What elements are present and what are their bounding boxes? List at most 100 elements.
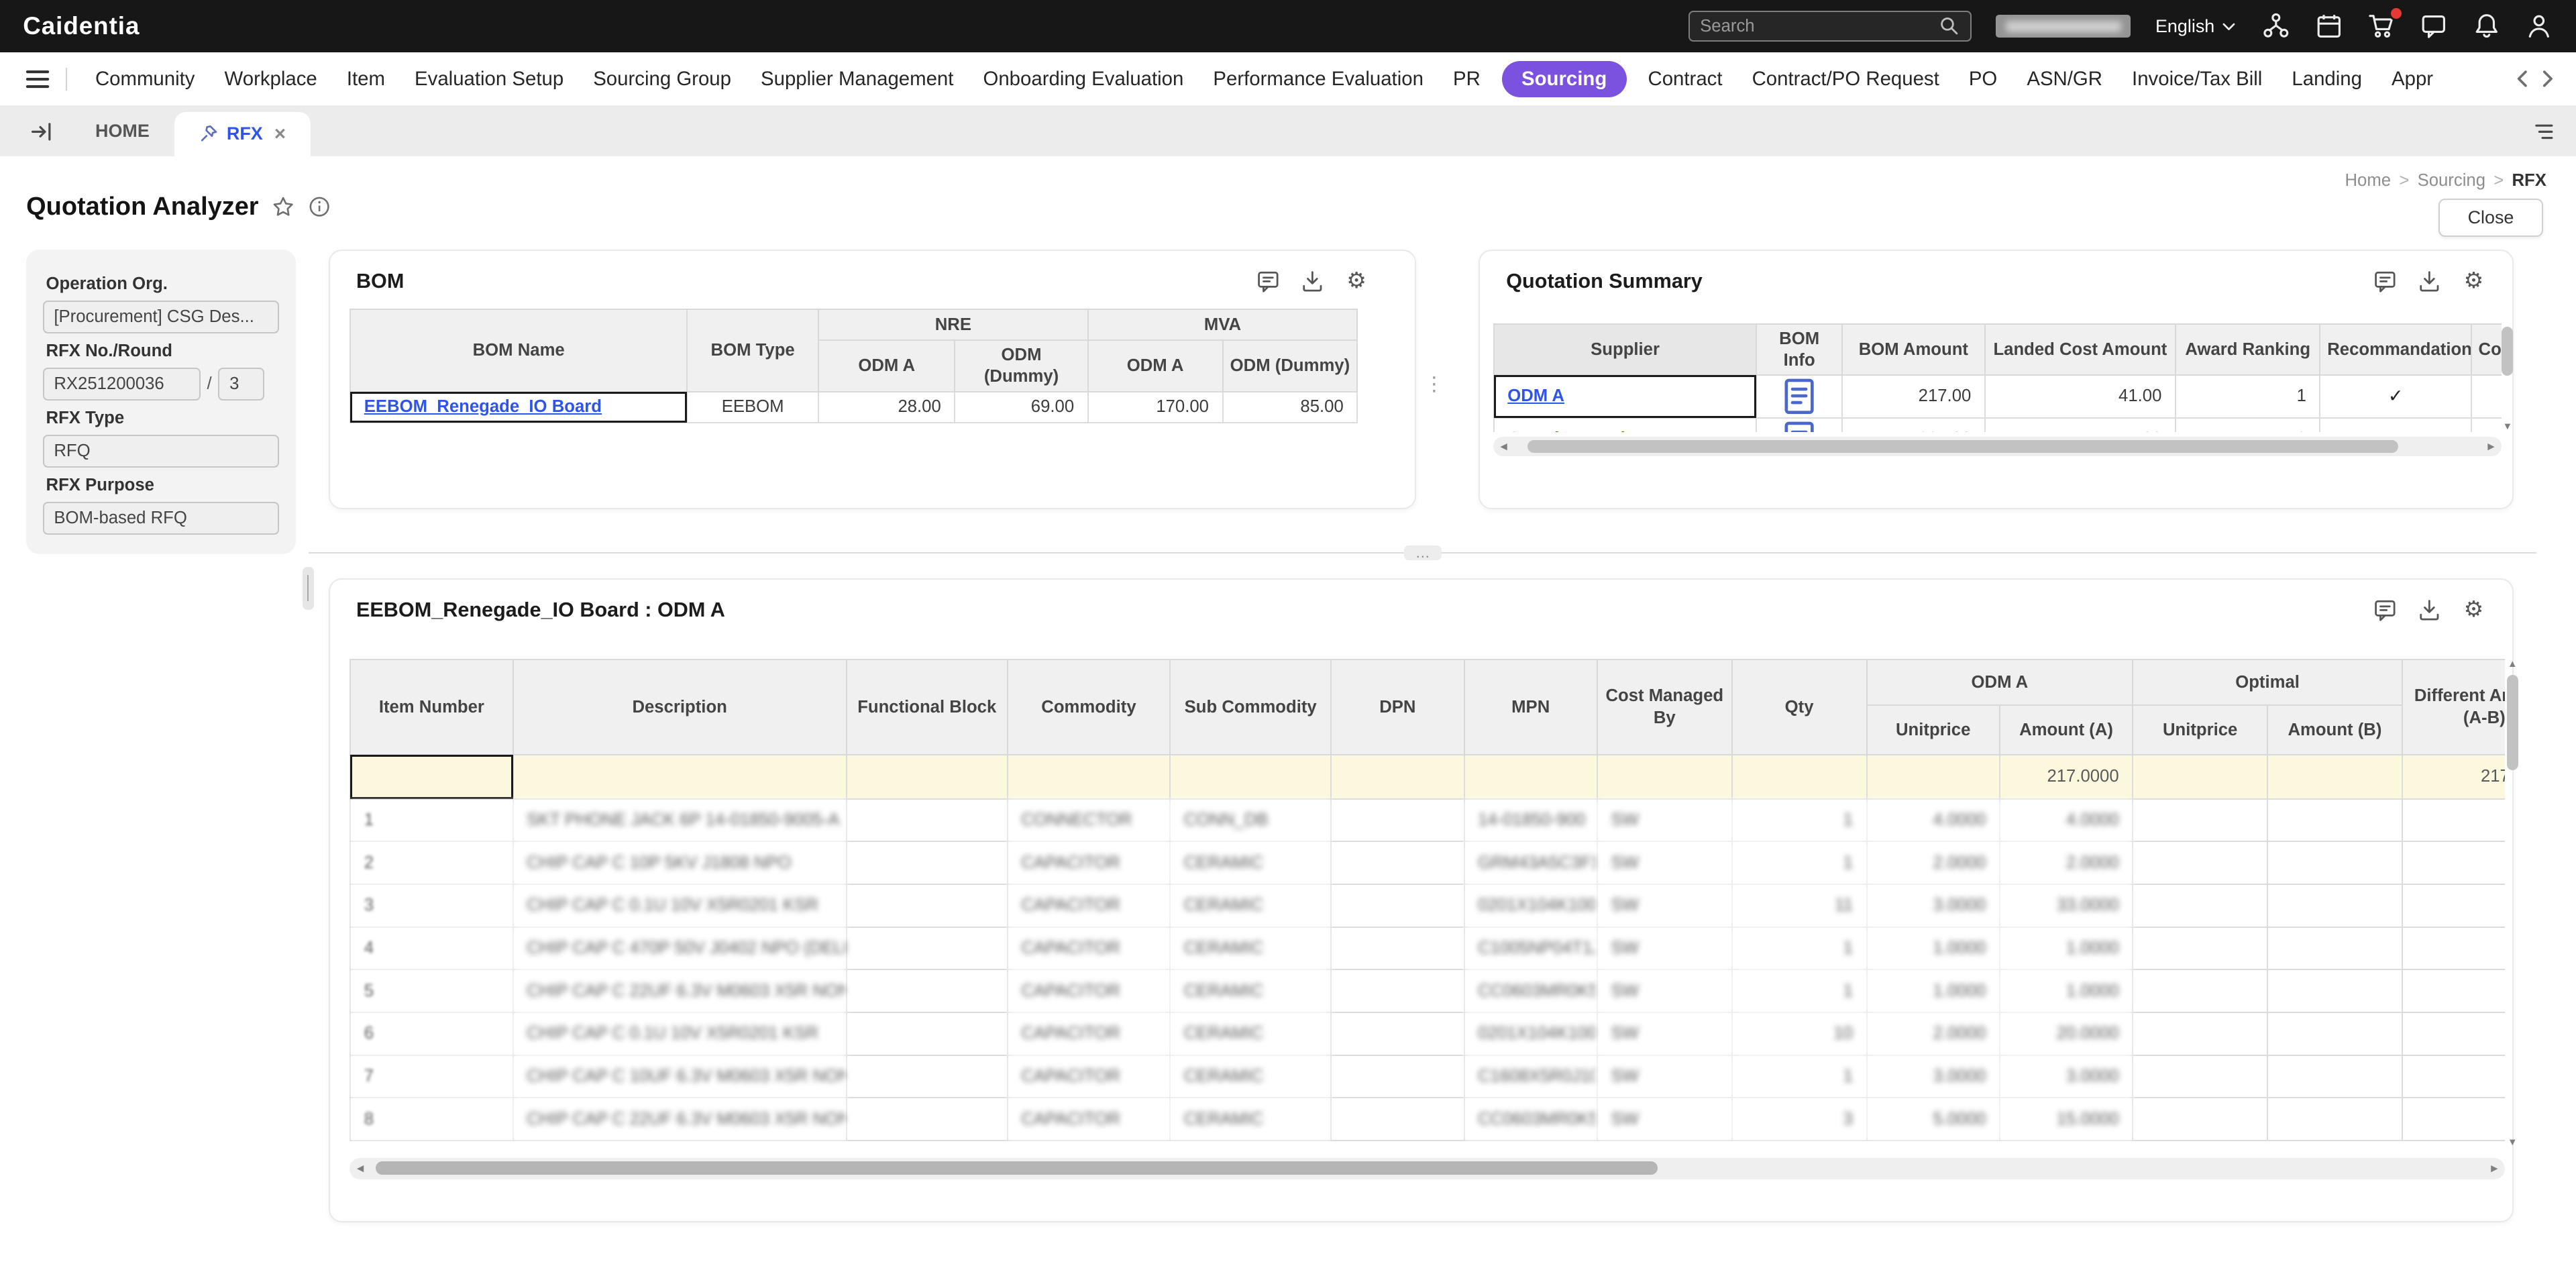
cell-cost-managed-by[interactable]: SW [1596,969,1733,1014]
cell-no[interactable]: 1 [350,798,514,843]
horizontal-splitter[interactable]: … [309,545,2537,560]
cell-bom-amount[interactable]: 321.00 [1841,417,1986,432]
cell-supplier[interactable]: ODM (Dummy) [1493,417,1758,432]
scroll-up-arrow[interactable]: ▲ [2505,659,2520,670]
tab-home[interactable]: HOME [70,107,174,156]
cell-different-amount[interactable] [2401,926,2506,971]
cell-commodity[interactable]: CAPACITOR [1006,926,1171,971]
scroll-thumb[interactable] [376,1161,1658,1175]
rfx-round-field[interactable]: 3 [218,367,265,401]
cell-description[interactable]: CHIP CAP C 0.1U 10V X5R0201 KSR [512,1012,847,1056]
cell-functional-block[interactable] [845,969,1008,1014]
cell-unitprice-b[interactable] [2132,1012,2269,1056]
cell-bom-name[interactable]: EEBOM_Renegade_IO Board [350,390,688,424]
settings-gear-icon[interactable]: ⚙ [1344,268,1369,294]
col-item-number[interactable]: Item Number [350,658,514,755]
rfx-purpose-field[interactable]: BOM-based RFQ [42,501,280,535]
scroll-down-arrow[interactable]: ▼ [2500,421,2515,432]
cell-description[interactable]: CHIP CAP C 22UF 6.3V M0603 X5R NON- [512,1097,847,1142]
cell-unitprice-a[interactable]: 1.0000 [1866,926,2000,971]
cell-cost-managed-by[interactable]: SW [1596,926,1733,971]
cell-unitprice-b[interactable] [2132,753,2269,800]
cell-cost-managed-by[interactable]: SW [1596,884,1733,928]
cell-mpn[interactable]: CC0603MR0K58 [1463,969,1598,1014]
cell-sub-commodity[interactable]: CERAMIC [1169,841,1332,886]
cell-amount-b[interactable] [2267,1054,2403,1099]
rfx-type-field[interactable]: RFQ [42,434,280,468]
cell-sub-commodity[interactable]: CERAMIC [1169,1012,1332,1056]
cell-dpn[interactable] [1330,969,1465,1014]
col-group-odm-a[interactable]: ODM A [1866,658,2134,706]
cell-different-amount[interactable] [2401,1097,2506,1142]
bom-info-doc-icon[interactable] [1770,419,1828,432]
cell-dpn[interactable] [1330,1012,1465,1056]
col-nre-odm-a[interactable]: ODM A [818,339,956,392]
cell-unitprice-a[interactable]: 3.0000 [1866,1054,2000,1099]
download-icon[interactable] [2417,598,2442,623]
col-nre-odm-dummy[interactable]: ODM (Dummy) [954,339,1089,392]
cell-nre-odm-a[interactable]: 28.00 [818,390,956,424]
cell-no[interactable]: 5 [350,969,514,1014]
nav-item-invoice-tax-bill[interactable]: Invoice/Tax Bill [2117,68,2277,91]
cell-description[interactable]: CHIP CAP C 10UF 6.3V M0603 X5R NON- [512,1054,847,1099]
col-group-optimal[interactable]: Optimal [2132,658,2403,706]
cell-commodity[interactable]: CONNECTOR [1006,798,1171,843]
col-bom-name[interactable]: BOM Name [350,308,688,392]
cell-sub-commodity[interactable]: CERAMIC [1169,1097,1332,1142]
feedback-icon[interactable] [2373,269,2398,294]
cell-dpn[interactable] [1330,1054,1465,1099]
col-odm-a-unitprice[interactable]: Unitprice [1866,704,2000,755]
nav-item-evaluation-setup[interactable]: Evaluation Setup [400,68,578,91]
nav-item-asn-gr[interactable]: ASN/GR [2012,68,2117,91]
cell-no[interactable]: 6 [350,1012,514,1056]
cell-amount-a[interactable]: 4.0000 [1998,798,2134,843]
cell-sub-commodity[interactable]: CERAMIC [1169,884,1332,928]
cell-mpn[interactable] [1463,753,1598,800]
scroll-right-arrow[interactable]: ► [2481,439,2502,454]
cell-award-ranking[interactable]: 1 [2174,374,2321,419]
cell-total-different-amount[interactable]: 217.0000 [2401,753,2506,800]
cell-mva-odm-a[interactable]: 170.00 [1087,390,1224,424]
nav-item-onboarding-evaluation[interactable]: Onboarding Evaluation [968,68,1198,91]
cell-different-amount[interactable] [2401,884,2506,928]
cell-functional-block[interactable] [845,753,1008,800]
cell-description[interactable] [512,753,847,800]
cell-total-amount-a[interactable]: 217.0000 [1998,753,2134,800]
col-optimal-unitprice[interactable]: Unitprice [2132,704,2269,755]
cell-dpn[interactable] [1330,753,1465,800]
panel-splitter-vertical[interactable]: ⋮ [1423,366,1446,403]
cell-amount-b[interactable] [2267,841,2403,886]
supplier-link-odm-dummy[interactable]: ODM (Dummy) [1507,429,1627,432]
cell-amount-b[interactable] [2267,1097,2403,1142]
nav-scroll-right-icon[interactable] [2535,66,2560,91]
cell-commodity[interactable]: CAPACITOR [1006,1097,1171,1142]
cell-no[interactable]: 2 [350,841,514,886]
cell-bom-type[interactable]: EEBOM [686,390,820,424]
scroll-thumb[interactable] [2506,675,2518,771]
cell-cost-managed-by[interactable]: SW [1596,1097,1733,1142]
cell-dpn[interactable] [1330,1097,1465,1142]
cell-commodity[interactable]: CAPACITOR [1006,1054,1171,1099]
col-landed-cost[interactable]: Landed Cost Amount [1984,323,2176,376]
cell-functional-block[interactable] [845,1012,1008,1056]
scroll-down-arrow[interactable]: ▼ [2505,1137,2520,1148]
favorite-star-icon[interactable] [272,195,294,218]
nav-item-performance-evaluation[interactable]: Performance Evaluation [1198,68,1438,91]
col-award-ranking[interactable]: Award Ranking [2174,323,2321,376]
cell-functional-block[interactable] [845,884,1008,928]
cell-functional-block[interactable] [845,798,1008,843]
col-different-amount[interactable]: Different Amount (A-B) [2401,658,2506,755]
nav-item-contract-po-request[interactable]: Contract/PO Request [1737,68,1954,91]
rfx-no-field[interactable]: RX251200036 [42,367,201,401]
cell-sub-commodity[interactable]: CERAMIC [1169,926,1332,971]
hamburger-menu-icon[interactable] [23,64,52,94]
scroll-thumb[interactable] [1527,439,2399,454]
scroll-left-arrow[interactable]: ◄ [1493,439,1515,454]
global-search[interactable] [1688,10,1972,42]
col-group-nre[interactable]: NRE [818,308,1089,341]
cell-landed-cost[interactable]: 75.00 [1984,417,2176,432]
quotation-hscrollbar[interactable]: ◄ ► [1493,436,2502,457]
cell-qty[interactable]: 1 [1731,841,1868,886]
bom-info-doc-icon[interactable] [1770,376,1828,417]
cell-unitprice-a[interactable]: 1.0000 [1866,969,2000,1014]
